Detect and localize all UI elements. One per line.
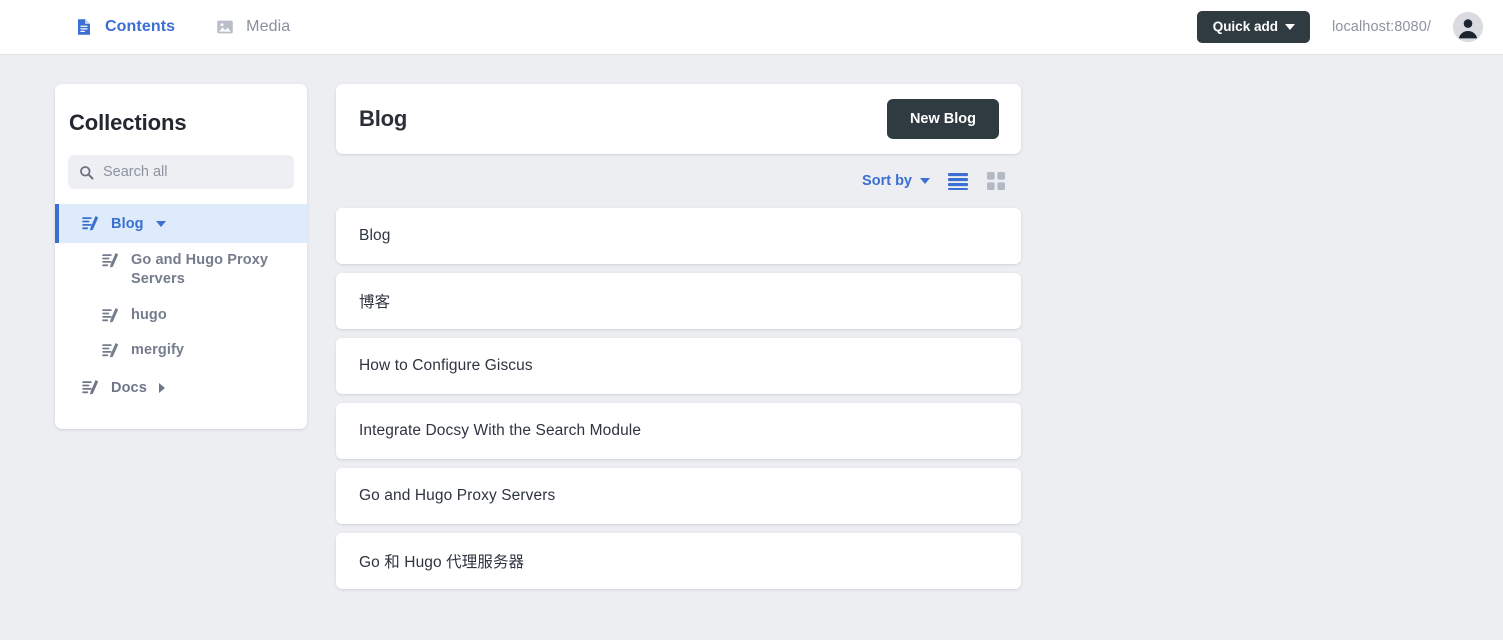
document-icon xyxy=(74,17,94,37)
sidebar-item-go-and-hugo-proxy-servers[interactable]: Go and Hugo Proxy Servers xyxy=(55,243,307,298)
post-edit-icon xyxy=(101,306,120,325)
list-item[interactable]: Integrate Docsy With the Search Module xyxy=(336,403,1021,459)
post-edit-icon xyxy=(101,341,120,360)
avatar[interactable] xyxy=(1453,12,1483,42)
sidebar-item-docs[interactable]: Docs xyxy=(55,368,307,407)
grid-view-icon xyxy=(986,171,1006,191)
list-item[interactable]: Blog xyxy=(336,208,1021,264)
quick-add-button[interactable]: Quick add xyxy=(1197,11,1310,43)
sidebar-item-blog-label: Blog xyxy=(111,216,144,232)
sidebar-title: Collections xyxy=(55,110,307,136)
nav-item-media-label: Media xyxy=(246,19,290,35)
sidebar-item-mergify[interactable]: mergify xyxy=(55,333,307,368)
chevron-down-icon xyxy=(1285,24,1295,30)
list-view-toggle[interactable] xyxy=(946,169,970,193)
site-url-label: localhost:8080/ xyxy=(1332,19,1431,35)
list-item[interactable]: Go and Hugo Proxy Servers xyxy=(336,468,1021,524)
page-body: Collections xyxy=(0,55,1503,598)
sidebar-item-hugo[interactable]: hugo xyxy=(55,298,307,333)
search-input[interactable] xyxy=(103,164,283,180)
post-edit-icon xyxy=(81,214,100,233)
user-avatar-icon xyxy=(1453,12,1483,42)
grid-view-toggle[interactable] xyxy=(984,169,1008,193)
main-content: Blog New Blog Sort by xyxy=(336,84,1021,598)
post-edit-icon xyxy=(101,251,120,270)
collection-header: Blog New Blog xyxy=(336,84,1021,154)
entries-list: Blog 博客 How to Configure Giscus Integrat… xyxy=(336,208,1021,589)
navbar-actions: Quick add localhost:8080/ xyxy=(1197,11,1483,43)
sidebar-item-label: mergify xyxy=(131,341,184,360)
sidebar-item-blog[interactable]: Blog xyxy=(55,204,307,243)
list-item[interactable]: Go 和 Hugo 代理服务器 xyxy=(336,533,1021,589)
new-blog-button[interactable]: New Blog xyxy=(887,99,999,140)
quick-add-label: Quick add xyxy=(1213,20,1278,34)
image-icon xyxy=(215,17,235,37)
sidebar-item-label: Go and Hugo Proxy Servers xyxy=(131,251,291,290)
caret-down-icon[interactable] xyxy=(156,221,166,227)
sort-by-label: Sort by xyxy=(862,173,912,189)
nav-item-media[interactable]: Media xyxy=(213,11,292,43)
page-title: Blog xyxy=(359,106,407,132)
nav-item-contents[interactable]: Contents xyxy=(72,11,177,43)
list-item[interactable]: 博客 xyxy=(336,273,1021,329)
collections-sidebar: Collections xyxy=(55,84,307,429)
sidebar-item-label: hugo xyxy=(131,306,167,325)
post-edit-icon xyxy=(81,378,100,397)
sort-by-dropdown[interactable]: Sort by xyxy=(860,169,932,193)
nav-item-contents-label: Contents xyxy=(105,19,175,35)
search-box[interactable] xyxy=(68,155,294,189)
search-icon xyxy=(79,165,94,180)
caret-right-icon[interactable] xyxy=(159,383,165,393)
list-item[interactable]: How to Configure Giscus xyxy=(336,338,1021,394)
chevron-down-icon xyxy=(920,178,930,184)
list-view-icon xyxy=(947,171,969,191)
collections-tree: Blog Go and Hugo Proxy Servers xyxy=(55,204,307,407)
list-toolbar: Sort by xyxy=(336,158,1021,204)
navbar-links: Contents Media xyxy=(72,11,292,43)
sidebar-item-docs-label: Docs xyxy=(111,380,147,396)
top-navbar: Contents Media Quick add localhost:8080/ xyxy=(0,0,1503,55)
